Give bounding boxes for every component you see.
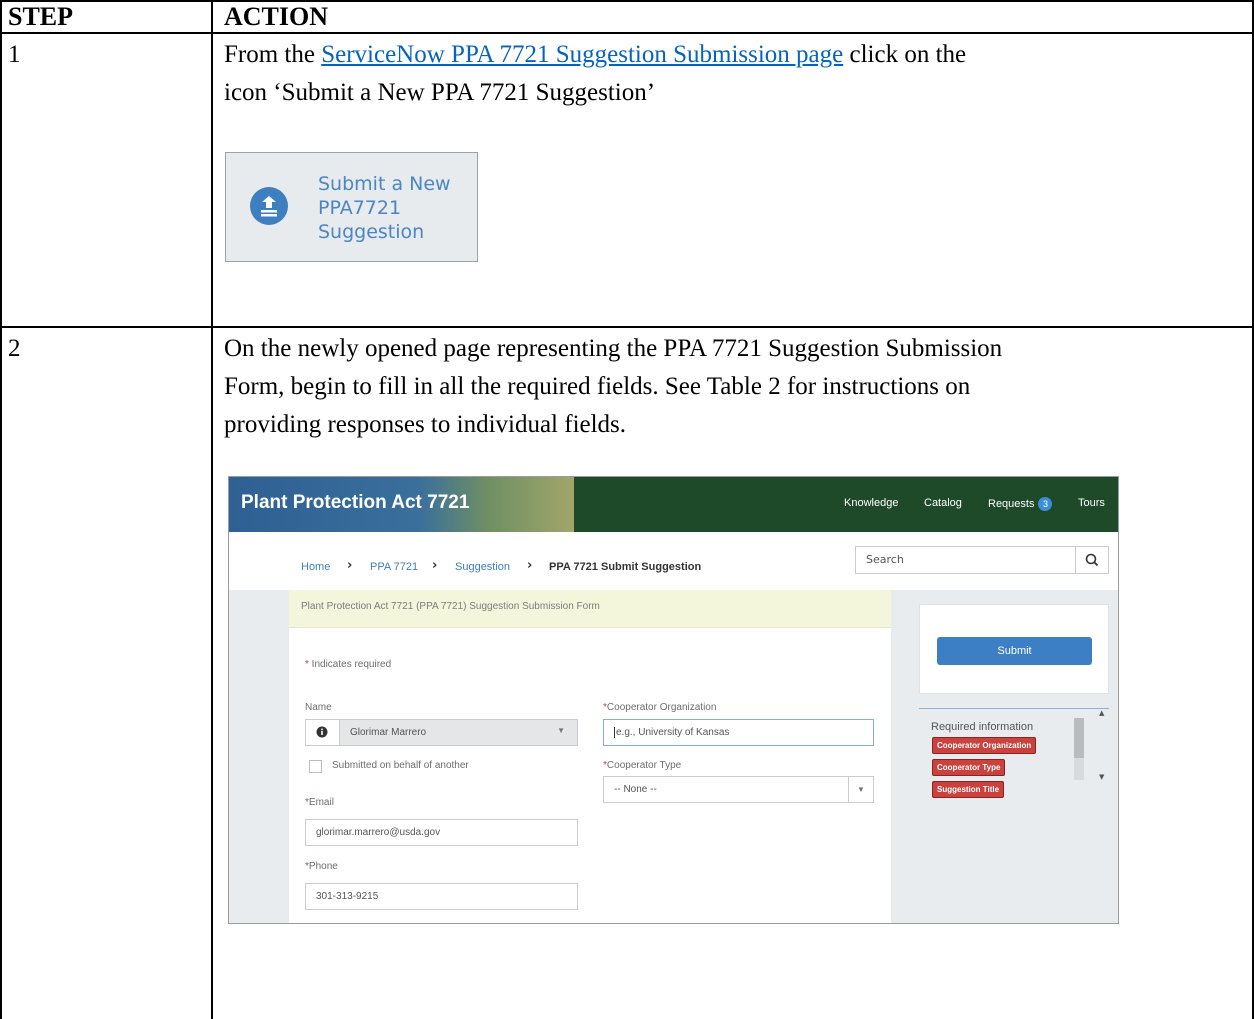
name-value: Glorimar Marrero — [350, 727, 427, 738]
type-label-text: Cooperator Type — [606, 760, 682, 771]
org-label: *Cooperator Organization — [603, 702, 717, 713]
servicenow-submission-link[interactable]: ServiceNow PPA 7721 Suggestion Submissio… — [321, 41, 843, 68]
email-field[interactable]: glorimar.marrero@usda.gov — [305, 819, 578, 846]
required-tag[interactable]: Cooperator Type — [932, 759, 1006, 776]
tile-label-line: Suggestion — [318, 221, 425, 243]
step-1-text-tail: click on the — [843, 41, 967, 68]
page-gutter — [229, 590, 289, 923]
row-divider — [0, 326, 1254, 328]
cooperator-type-select[interactable]: -- None -- ▼ — [603, 776, 874, 803]
submit-button[interactable]: Submit — [937, 637, 1092, 665]
submit-card: Submit — [919, 604, 1109, 694]
step-2-text-line: On the newly opened page representing th… — [224, 335, 1003, 362]
step-number-1: 1 — [8, 41, 21, 68]
chevron-down-icon: ▼ — [557, 726, 565, 735]
search-icon — [1085, 553, 1099, 567]
required-tag[interactable]: Cooperator Organization — [932, 737, 1037, 754]
breadcrumb-home[interactable]: Home — [301, 561, 330, 573]
scrollbar-thumb[interactable] — [1074, 718, 1084, 758]
nav-tours[interactable]: Tours — [1078, 497, 1105, 509]
step-2-text-line: providing responses to individual fields… — [224, 411, 627, 438]
phone-field[interactable]: 301-313-9215 — [305, 883, 578, 910]
org-placeholder: e.g., University of Kansas — [614, 727, 730, 738]
column-divider — [211, 0, 213, 1019]
brand-title[interactable]: Plant Protection Act 7721 — [241, 492, 469, 514]
breadcrumb-ppa7721[interactable]: PPA 7721 — [370, 561, 418, 573]
email-label-text: Email — [308, 797, 334, 808]
org-label-text: Cooperator Organization — [606, 702, 717, 713]
form-title: Plant Protection Act 7721 (PPA 7721) Sug… — [301, 601, 600, 612]
brand-banner: Plant Protection Act 7721 — [229, 477, 574, 532]
behalf-checkbox[interactable] — [309, 760, 322, 773]
step-1-text-line2: icon ‘Submit a New PPA 7721 Suggestion’ — [224, 79, 656, 106]
header-action: ACTION — [224, 2, 329, 31]
cooperator-organization-input[interactable]: e.g., University of Kansas — [603, 719, 874, 746]
step-number-2: 2 — [8, 335, 21, 362]
name-label: Name — [305, 702, 332, 713]
chevron-down-icon: ▼ — [848, 777, 873, 802]
behalf-label: Submitted on behalf of another — [332, 760, 469, 771]
required-tag[interactable]: Suggestion Title — [932, 781, 1005, 798]
nav-requests-label: Requests — [988, 498, 1035, 510]
nav-catalog[interactable]: Catalog — [924, 497, 962, 509]
required-info-title: Required information — [931, 721, 1034, 733]
required-info-panel: Required information Cooperator Organiza… — [919, 708, 1109, 805]
tile-label-line: Submit a New — [318, 173, 451, 195]
submission-form: Plant Protection Act 7721 (PPA 7721) Sug… — [289, 590, 891, 923]
action-sidebar: Submit Required information Cooperator O… — [891, 590, 1118, 923]
step-1-text-lead: From the — [224, 41, 322, 68]
form-title-banner: Plant Protection Act 7721 (PPA 7721) Sug… — [289, 590, 891, 628]
info-icon — [306, 720, 340, 745]
scroll-down-icon[interactable]: ▼ — [1099, 773, 1104, 781]
phone-label-text: Phone — [308, 861, 338, 872]
required-note-text: Indicates required — [311, 659, 392, 670]
required-info-scrollbar[interactable] — [1074, 718, 1084, 780]
header-step: STEP — [8, 2, 74, 31]
type-label: *Cooperator Type — [603, 760, 682, 771]
chevron-right-icon: › — [432, 558, 438, 573]
step-2-text: On the newly opened page representing th… — [224, 330, 1249, 444]
tile-label: Submit a New PPA7721 Suggestion — [318, 172, 468, 244]
breadcrumb-current: PPA 7721 Submit Suggestion — [549, 561, 702, 573]
phone-label: *Phone — [305, 861, 338, 872]
name-select[interactable]: Glorimar Marrero ▼ — [305, 719, 578, 746]
breadcrumb-suggestion[interactable]: Suggestion — [455, 561, 510, 573]
nav-requests[interactable]: Requests 3 — [988, 497, 1053, 511]
scroll-up-icon[interactable]: ▲ — [1099, 709, 1104, 717]
breadcrumb-bar: Home › PPA 7721 › Suggestion › PPA 7721 … — [229, 532, 1118, 591]
step-1-text: From the ServiceNow PPA 7721 Suggestion … — [224, 36, 1244, 112]
step-2-text-line: Form, begin to fill in all the required … — [224, 373, 971, 400]
search-button[interactable] — [1075, 547, 1108, 573]
type-value: -- None -- — [614, 784, 657, 795]
chevron-right-icon: › — [347, 558, 353, 573]
email-value: glorimar.marrero@usda.gov — [316, 827, 441, 838]
table-top-border — [0, 0, 1254, 2]
required-note: * Indicates required — [305, 659, 392, 670]
submit-new-suggestion-tile[interactable]: Submit a New PPA7721 Suggestion — [225, 152, 478, 262]
nav-knowledge[interactable]: Knowledge — [844, 497, 898, 509]
header-divider — [0, 32, 1254, 34]
chevron-right-icon: › — [527, 558, 533, 573]
phone-value: 301-313-9215 — [316, 891, 379, 902]
search-placeholder: Search — [866, 553, 904, 566]
portal-header: Plant Protection Act 7721 Knowledge Cata… — [229, 477, 1118, 532]
search-input[interactable]: Search — [855, 546, 1109, 574]
email-label: *Email — [305, 797, 334, 808]
upload-stack-icon — [250, 187, 288, 225]
table-left-border — [0, 0, 2, 1019]
form-screenshot: Plant Protection Act 7721 Knowledge Cata… — [228, 476, 1119, 924]
requests-count-badge: 3 — [1038, 497, 1053, 511]
tile-label-line: PPA7721 — [318, 197, 402, 219]
